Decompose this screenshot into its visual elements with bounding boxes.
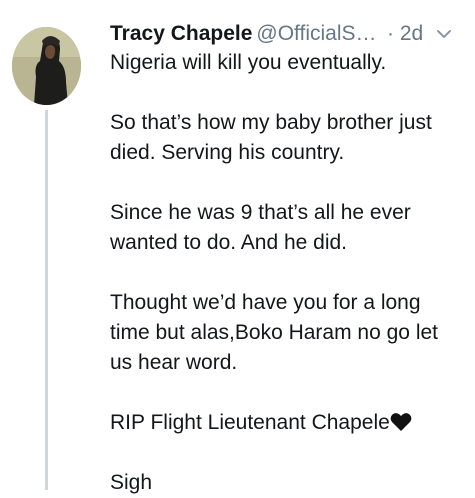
tweet-line: Thought we’d have you for a long	[110, 291, 421, 314]
tweet-line: Since he was 9 that’s all he ever	[110, 201, 411, 224]
tweet-header: Tracy Chapele @OfficialS… · 2d	[110, 18, 470, 50]
thread-line	[45, 110, 48, 490]
tweet-line: So that’s how my baby brother just	[110, 111, 432, 134]
tweet-line: Nigeria will kill you eventually.	[110, 51, 387, 74]
tweet-line: time but alas,Boko Haram no go let	[110, 321, 439, 344]
tweet-text: Nigeria will kill you eventually. So tha…	[110, 48, 470, 498]
tweet[interactable]: Tracy Chapele @OfficialS… · 2d Nigeria wi…	[0, 0, 475, 494]
timestamp[interactable]: · 2d	[387, 18, 423, 50]
tweet-line: wanted to do. And he did.	[110, 231, 348, 254]
chevron-down-icon[interactable]	[436, 26, 452, 42]
tweet-line: died. Serving his country.	[110, 141, 345, 164]
avatar[interactable]	[12, 27, 81, 105]
tweet-line: Sigh	[110, 471, 153, 494]
black-heart-icon	[390, 413, 412, 431]
tweet-line-rip: RIP Flight Lieutenant Chapele	[110, 408, 470, 438]
author-name[interactable]: Tracy Chapele	[110, 22, 252, 45]
author-handle[interactable]: @OfficialS…	[256, 22, 376, 45]
tweet-line: us hear word.	[110, 351, 238, 374]
avatar-image	[12, 27, 81, 105]
rip-text: RIP Flight Lieutenant Chapele	[110, 411, 390, 434]
